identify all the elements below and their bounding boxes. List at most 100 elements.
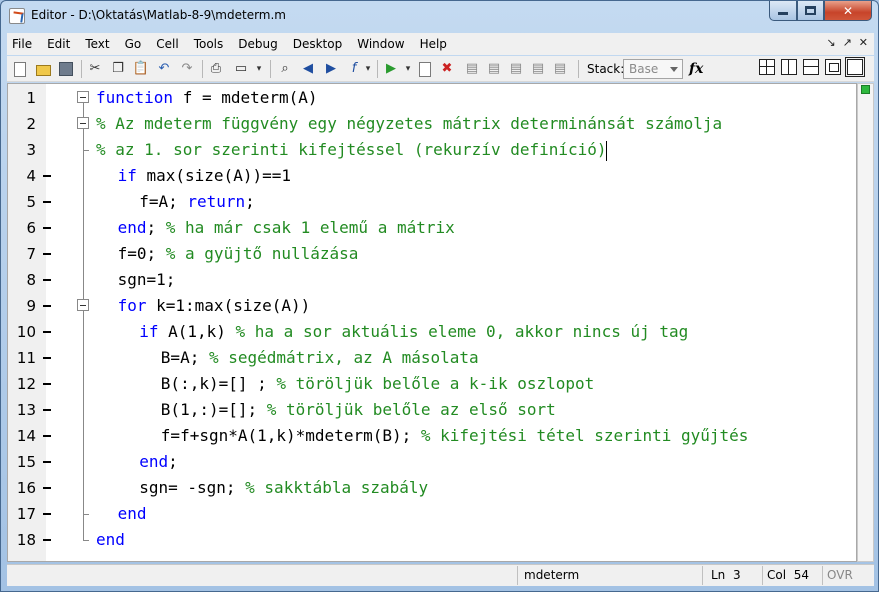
code-line[interactable]: 17 end xyxy=(8,501,856,527)
dock-arrow-icon[interactable]: ↗ xyxy=(843,36,852,49)
step-icon[interactable]: ▤ xyxy=(464,61,480,77)
code-text[interactable]: B=A; % segédmátrix, az A másolata xyxy=(161,348,479,368)
stack-dropdown[interactable]: Base xyxy=(623,59,683,79)
undock-arrow-icon[interactable]: ↘ xyxy=(826,36,835,49)
breakpoint-marker[interactable] xyxy=(43,305,51,307)
tile-grid-icon[interactable] xyxy=(759,59,775,75)
breakpoint-marker[interactable] xyxy=(43,331,51,333)
breakpoint-marker[interactable] xyxy=(43,175,51,177)
fold-collapse-icon[interactable] xyxy=(77,91,89,103)
step-in-icon[interactable]: ▤ xyxy=(486,61,502,77)
menu-desktop[interactable]: Desktop xyxy=(285,37,350,51)
code-text[interactable]: for k=1:max(size(A)) xyxy=(118,296,311,316)
code-line[interactable]: 6 end; % ha már csak 1 elemű a mátrix xyxy=(8,215,856,241)
code-text[interactable]: function f = mdeterm(A) xyxy=(96,88,318,108)
code-text[interactable]: B(1,:)=[]; % töröljük belőle az első sor… xyxy=(161,400,556,420)
exit-debug-icon[interactable]: ▤ xyxy=(552,61,568,77)
breakpoint-marker[interactable] xyxy=(43,279,51,281)
find-icon[interactable]: ⌕ xyxy=(277,61,293,77)
menu-text[interactable]: Text xyxy=(77,37,116,51)
menu-edit[interactable]: Edit xyxy=(39,37,77,51)
undo-icon[interactable]: ↶ xyxy=(156,61,172,77)
maximize-button[interactable] xyxy=(797,1,824,21)
code-line[interactable]: 1 function f = mdeterm(A) xyxy=(8,85,856,111)
close-x-icon[interactable]: ✕ xyxy=(859,36,868,49)
menu-go[interactable]: Go xyxy=(117,37,149,51)
code-line[interactable]: 4 if max(size(A))==1 xyxy=(8,163,856,189)
vertical-scrollbar[interactable] xyxy=(857,83,874,562)
menu-window[interactable]: Window xyxy=(349,37,411,51)
print-dropdown-icon[interactable]: ▾ xyxy=(251,61,267,77)
breakpoint-marker[interactable] xyxy=(43,409,51,411)
code-analyzer-status-indicator[interactable] xyxy=(861,85,870,94)
code-line[interactable]: 11 B=A; % segédmátrix, az A másolata xyxy=(8,345,856,371)
step-out-icon[interactable]: ▤ xyxy=(508,61,524,77)
fold-collapse-icon[interactable] xyxy=(77,117,89,129)
title-bar[interactable]: Editor - D:\Oktatás\Matlab-8-9\mdeterm.m… xyxy=(1,1,878,31)
code-text[interactable]: if A(1,k) % ha a sor aktuális eleme 0, a… xyxy=(139,322,688,342)
code-line[interactable]: 9 for k=1:max(size(A)) xyxy=(8,293,856,319)
menu-help[interactable]: Help xyxy=(412,37,454,51)
code-editor[interactable]: 1 function f = mdeterm(A) 2 % Az mdeterm fü… xyxy=(7,83,857,562)
code-text[interactable]: f=0; % a gyüjtő nullázása xyxy=(118,244,359,264)
breakpoint-marker[interactable] xyxy=(43,253,51,255)
new-file-icon[interactable] xyxy=(12,61,28,77)
code-text[interactable]: end xyxy=(118,504,147,524)
code-line[interactable]: 3 % az 1. sor szerinti kifejtéssel (rekur… xyxy=(8,137,856,163)
split-horizontal-icon[interactable] xyxy=(803,59,819,75)
breakpoint-marker[interactable] xyxy=(43,539,51,541)
code-text[interactable]: sgn=1; xyxy=(118,270,176,290)
run-dropdown-icon[interactable]: ▾ xyxy=(400,61,416,77)
code-line[interactable]: 18 end xyxy=(8,527,856,553)
open-folder-icon[interactable] xyxy=(35,61,51,77)
code-text[interactable]: sgn= -sgn; % sakktábla szabály xyxy=(139,478,428,498)
code-text[interactable]: f=A; return; xyxy=(139,192,255,212)
code-text[interactable]: end; xyxy=(139,452,178,472)
breakpoint-marker[interactable] xyxy=(43,383,51,385)
cut-icon[interactable]: ✂ xyxy=(87,61,103,77)
fold-collapse-icon[interactable] xyxy=(77,299,89,311)
breakpoint-marker[interactable] xyxy=(43,201,51,203)
code-text[interactable]: % Az mdeterm függvény egy négyzetes mátr… xyxy=(96,114,722,134)
breakpoint-marker[interactable] xyxy=(43,487,51,489)
code-line[interactable]: 12 B(:,k)=[] ; % töröljük belőle a k-ik o… xyxy=(8,371,856,397)
code-line[interactable]: 8 sgn=1; xyxy=(8,267,856,293)
paste-icon[interactable]: 📋 xyxy=(133,61,149,77)
code-text[interactable]: % az 1. sor szerinti kifejtéssel (rekurz… xyxy=(96,140,607,160)
function-dropdown-icon[interactable]: ▾ xyxy=(360,61,376,77)
code-line[interactable]: 14 f=f+sgn*A(1,k)*mdeterm(B); % kifejtési… xyxy=(8,423,856,449)
split-vertical-icon[interactable] xyxy=(781,59,797,75)
set-breakpoint-icon[interactable] xyxy=(417,61,433,77)
code-text[interactable]: B(:,k)=[] ; % töröljük belőle a k-ik osz… xyxy=(161,374,594,394)
code-line[interactable]: 7 f=0; % a gyüjtő nullázása xyxy=(8,241,856,267)
run-icon[interactable]: ▶ xyxy=(383,61,399,77)
code-text[interactable]: f=f+sgn*A(1,k)*mdeterm(B); % kifejtési t… xyxy=(161,426,749,446)
print-icon[interactable]: ⎙ xyxy=(208,61,224,77)
menu-file[interactable]: File xyxy=(7,37,39,51)
code-line[interactable]: 15 end; xyxy=(8,449,856,475)
forward-arrow-icon[interactable]: ▶ xyxy=(323,61,339,77)
code-line[interactable]: 2 % Az mdeterm függvény egy négyzetes mát… xyxy=(8,111,856,137)
back-arrow-icon[interactable]: ◀ xyxy=(300,61,316,77)
code-line[interactable]: 13 B(1,:)=[]; % töröljük belőle az első s… xyxy=(8,397,856,423)
code-line[interactable]: 16 sgn= -sgn; % sakktábla szabály xyxy=(8,475,856,501)
breakpoint-marker[interactable] xyxy=(43,461,51,463)
code-text[interactable]: if max(size(A))==1 xyxy=(118,166,291,186)
save-icon[interactable] xyxy=(58,61,74,77)
menu-tools[interactable]: Tools xyxy=(186,37,231,51)
copy-icon[interactable]: ❐ xyxy=(110,61,126,77)
float-window-icon[interactable] xyxy=(825,59,841,75)
code-text[interactable]: end xyxy=(96,530,125,550)
code-line[interactable]: 5 f=A; return; xyxy=(8,189,856,215)
continue-icon[interactable]: ▤ xyxy=(530,61,546,77)
fx-button[interactable]: fx xyxy=(689,61,703,77)
code-text[interactable]: end; % ha már csak 1 elemű a mátrix xyxy=(118,218,455,238)
maximize-document-icon[interactable] xyxy=(845,57,865,77)
breakpoint-marker[interactable] xyxy=(43,227,51,229)
close-button[interactable]: ✕ xyxy=(824,1,872,21)
code-line[interactable]: 10 if A(1,k) % ha a sor aktuális eleme 0,… xyxy=(8,319,856,345)
breakpoint-marker[interactable] xyxy=(43,357,51,359)
breakpoint-marker[interactable] xyxy=(43,513,51,515)
minimize-button[interactable] xyxy=(769,1,797,21)
breakpoint-marker[interactable] xyxy=(43,435,51,437)
